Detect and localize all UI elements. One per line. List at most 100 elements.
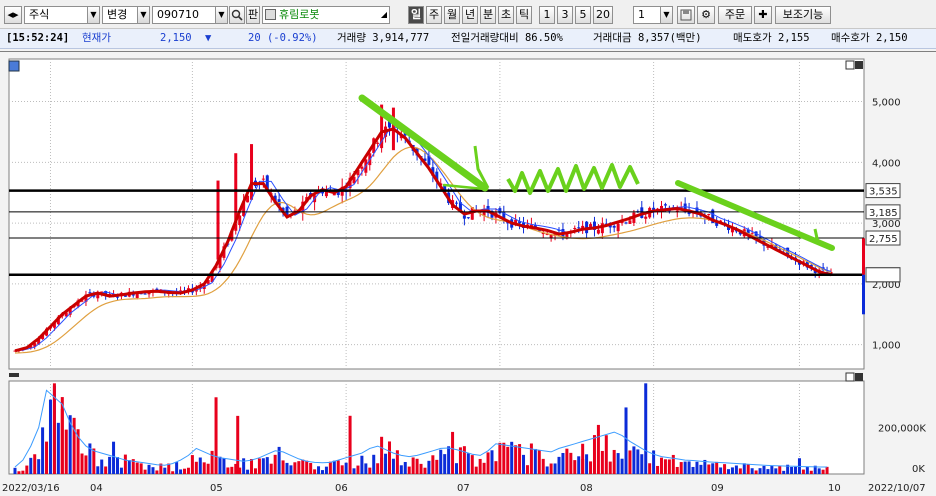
volume-bar (92, 448, 96, 474)
aux-button[interactable]: 보조기능 (775, 6, 831, 24)
interval-button-1[interactable]: 1 (539, 6, 555, 24)
volume-maximize-icon (845, 372, 855, 382)
floppy-icon (680, 9, 692, 21)
volume-bar (411, 457, 415, 474)
volume-bar (261, 458, 265, 474)
volume-bar (391, 458, 395, 474)
pan-button[interactable]: 판 (246, 6, 260, 24)
plus-icon: ✚ (758, 8, 768, 21)
volume-bar (691, 466, 695, 474)
volume-bar (297, 461, 301, 474)
chart-svg: 1,0002,0003,0004,0005,0003,5353,1852,755… (0, 51, 936, 494)
volume-bar (518, 444, 522, 474)
change-label: 변경 (107, 8, 128, 21)
volume-bar (687, 461, 691, 474)
arrows-icon[interactable]: ◂▸ (4, 6, 22, 24)
period-button-4[interactable]: 분 (480, 6, 496, 24)
save-button[interactable] (677, 6, 695, 24)
volume-bar (431, 455, 435, 474)
volume-bar (313, 469, 317, 474)
change-select[interactable]: 변경 ▼ (102, 6, 150, 24)
interval-button-20[interactable]: 20 (593, 6, 613, 24)
stock-code-input[interactable]: 090710 ▼ (152, 6, 228, 24)
market-select[interactable]: 주식 ▼ (24, 6, 100, 24)
period-button-6[interactable]: 틱 (516, 6, 532, 24)
volume-bar (466, 453, 470, 474)
volume-bar (474, 466, 478, 474)
level-label: 2,755 (869, 234, 898, 245)
volume-tick-label: 0K (912, 464, 925, 475)
period-button-3[interactable]: 년 (462, 6, 478, 24)
candle-body (644, 216, 648, 219)
volume-bar (486, 452, 490, 474)
chevron-down-icon[interactable]: ▼ (660, 7, 672, 23)
chevron-down-icon[interactable]: ▼ (137, 7, 149, 23)
volume-bar (616, 453, 620, 474)
volume-bar (715, 461, 719, 474)
volume-bar (592, 435, 596, 474)
period-button-1[interactable]: 주 (426, 6, 442, 24)
settings-button[interactable]: ⚙ (697, 6, 715, 24)
volume-bar (257, 458, 261, 474)
plus-button[interactable]: ✚ (754, 6, 772, 24)
volume-bar (699, 464, 703, 474)
volume-bar (746, 464, 750, 474)
volume-bar (269, 463, 273, 474)
stock-code: 090710 (157, 8, 199, 21)
x-tick-label: 2022/03/16 (2, 483, 60, 494)
volume-bar (573, 460, 577, 474)
chevron-down-icon[interactable]: ▼ (215, 7, 227, 23)
order-button[interactable]: 주문 (718, 6, 752, 24)
volume-bar (478, 458, 482, 474)
candle-body (466, 217, 470, 219)
volume-bar (198, 457, 202, 474)
bid-price: 매수호가 2,150 (831, 32, 908, 44)
volume-bar (589, 461, 593, 474)
volume-bar (80, 453, 84, 474)
volume-bar (293, 462, 297, 474)
volume-bar (289, 465, 293, 474)
period-button-0[interactable]: 일 (408, 6, 424, 24)
volume-bar (37, 459, 41, 474)
volume-bar (644, 383, 648, 474)
volume-bar (340, 465, 344, 474)
volume-bar (585, 454, 589, 474)
period-button-2[interactable]: 월 (444, 6, 460, 24)
interval-button-3[interactable]: 3 (557, 6, 573, 24)
period-button-5[interactable]: 초 (498, 6, 514, 24)
interval-button-5[interactable]: 5 (575, 6, 591, 24)
volume-bar (624, 407, 628, 474)
current-price: 2,150 (160, 32, 192, 44)
volume-bar (577, 456, 581, 474)
volume-bar (33, 454, 37, 474)
volume-bar (230, 466, 234, 474)
x-tick-label: 04 (90, 483, 103, 494)
chevron-down-icon[interactable]: ▼ (87, 7, 99, 23)
volume-bar (320, 470, 324, 474)
x-tick-label: 10 (828, 483, 841, 494)
volume-bar (451, 431, 455, 474)
volume-bar (790, 466, 794, 474)
volume-bar (711, 463, 715, 474)
volume-bar (561, 452, 565, 474)
volume-bar (407, 466, 411, 474)
volume-bar (183, 468, 187, 474)
volume-spike (581, 443, 585, 474)
volume-bar (514, 445, 518, 474)
candle-body (624, 222, 628, 224)
volume-bar (21, 470, 25, 474)
volume-bar (309, 462, 313, 474)
search-button[interactable] (229, 6, 245, 24)
volume-spike (236, 415, 240, 474)
volume-bar (604, 435, 608, 474)
volume-bar (415, 458, 419, 474)
volume-bar (750, 468, 754, 474)
volume-bar (659, 457, 663, 474)
volume-bar (147, 464, 151, 474)
volume-bar (805, 466, 809, 474)
price-tick-label: 1,000 (872, 341, 901, 352)
volume-bar (403, 461, 407, 474)
panel-settings-icon (8, 60, 20, 72)
volume-bar (809, 470, 813, 474)
interval-input[interactable]: 1 ▼ (633, 6, 673, 24)
